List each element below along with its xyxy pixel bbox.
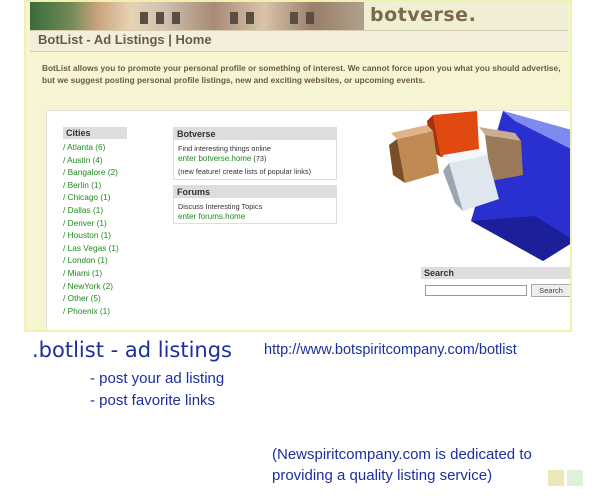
site-logo[interactable]: botverse. xyxy=(370,4,476,26)
city-link[interactable]: / Bangalore (2) xyxy=(63,166,127,179)
forums-panel: Forums Discuss Interesting Topics enter … xyxy=(173,185,337,225)
slide-note: (Newspiritcompany.com is dedicated to pr… xyxy=(272,444,532,486)
main-content: Cities / Atlanta (6) / Austin (4) / Bang… xyxy=(46,110,570,330)
forums-home-link[interactable]: enter forums.home xyxy=(178,212,332,222)
cities-list: / Atlanta (6) / Austin (4) / Bangalore (… xyxy=(63,141,127,317)
forums-description: Discuss Interesting Topics xyxy=(178,202,263,211)
city-link[interactable]: / Atlanta (6) xyxy=(63,141,127,154)
cities-box: Cities / Atlanta (6) / Austin (4) / Bang… xyxy=(63,127,127,317)
decorative-square xyxy=(567,470,583,486)
botverse-count: (73) xyxy=(253,153,267,163)
search-input[interactable] xyxy=(425,285,527,296)
page-title: BotList - Ad Listings | Home xyxy=(38,32,212,47)
city-link[interactable]: / Berlin (1) xyxy=(63,179,127,192)
city-link[interactable]: / London (1) xyxy=(63,254,127,267)
slide-url[interactable]: http://www.botspiritcompany.com/botlist xyxy=(264,342,517,358)
slide-note-line: providing a quality listing service) xyxy=(272,467,493,484)
city-link[interactable]: / Miami (1) xyxy=(63,267,127,280)
site-banner: botverse. xyxy=(30,2,568,30)
botverse-heading: Botverse xyxy=(174,128,336,140)
page-title-bar: BotList - Ad Listings | Home xyxy=(30,30,568,52)
cities-heading: Cities xyxy=(63,127,127,139)
botverse-feature-note: (new feature! create lists of popular li… xyxy=(178,167,312,177)
city-link[interactable]: / Denver (1) xyxy=(63,217,127,230)
forums-heading: Forums xyxy=(174,186,336,198)
intro-text: BotList allows you to promote your perso… xyxy=(42,63,561,85)
city-link[interactable]: / NewYork (2) xyxy=(63,280,127,293)
decorative-square xyxy=(548,470,564,486)
city-link[interactable]: / Other (5) xyxy=(63,292,127,305)
bullet-item: - post favorite links xyxy=(90,392,216,409)
city-link[interactable]: / Chicago (1) xyxy=(63,191,127,204)
decorative-cubes-image xyxy=(389,111,570,261)
search-heading: Search xyxy=(421,267,570,279)
botverse-home-link[interactable]: enter botverse.home xyxy=(178,154,251,163)
slide-title: .botlist - ad listings xyxy=(32,338,232,362)
botverse-description: Find interesting things online xyxy=(178,144,271,153)
search-button[interactable]: Search xyxy=(531,284,570,297)
bullet-item: - post your ad listing xyxy=(90,370,225,387)
banner-photo xyxy=(30,2,364,30)
slide-note-line: (Newspiritcompany.com is dedicated to xyxy=(272,446,532,463)
city-link[interactable]: / Houston (1) xyxy=(63,229,127,242)
city-link[interactable]: / Las Vegas (1) xyxy=(63,242,127,255)
search-box: Search Search xyxy=(421,267,570,299)
city-link[interactable]: / Phoenix (1) xyxy=(63,305,127,318)
website-screenshot: botverse. BotList - Ad Listings | Home B… xyxy=(24,0,572,332)
city-link[interactable]: / Austin (4) xyxy=(63,154,127,167)
city-link[interactable]: / Dallas (1) xyxy=(63,204,127,217)
botverse-panel: Botverse Find interesting things online … xyxy=(173,127,337,180)
feature-bullets: - post your ad listing - post favorite l… xyxy=(90,368,224,412)
